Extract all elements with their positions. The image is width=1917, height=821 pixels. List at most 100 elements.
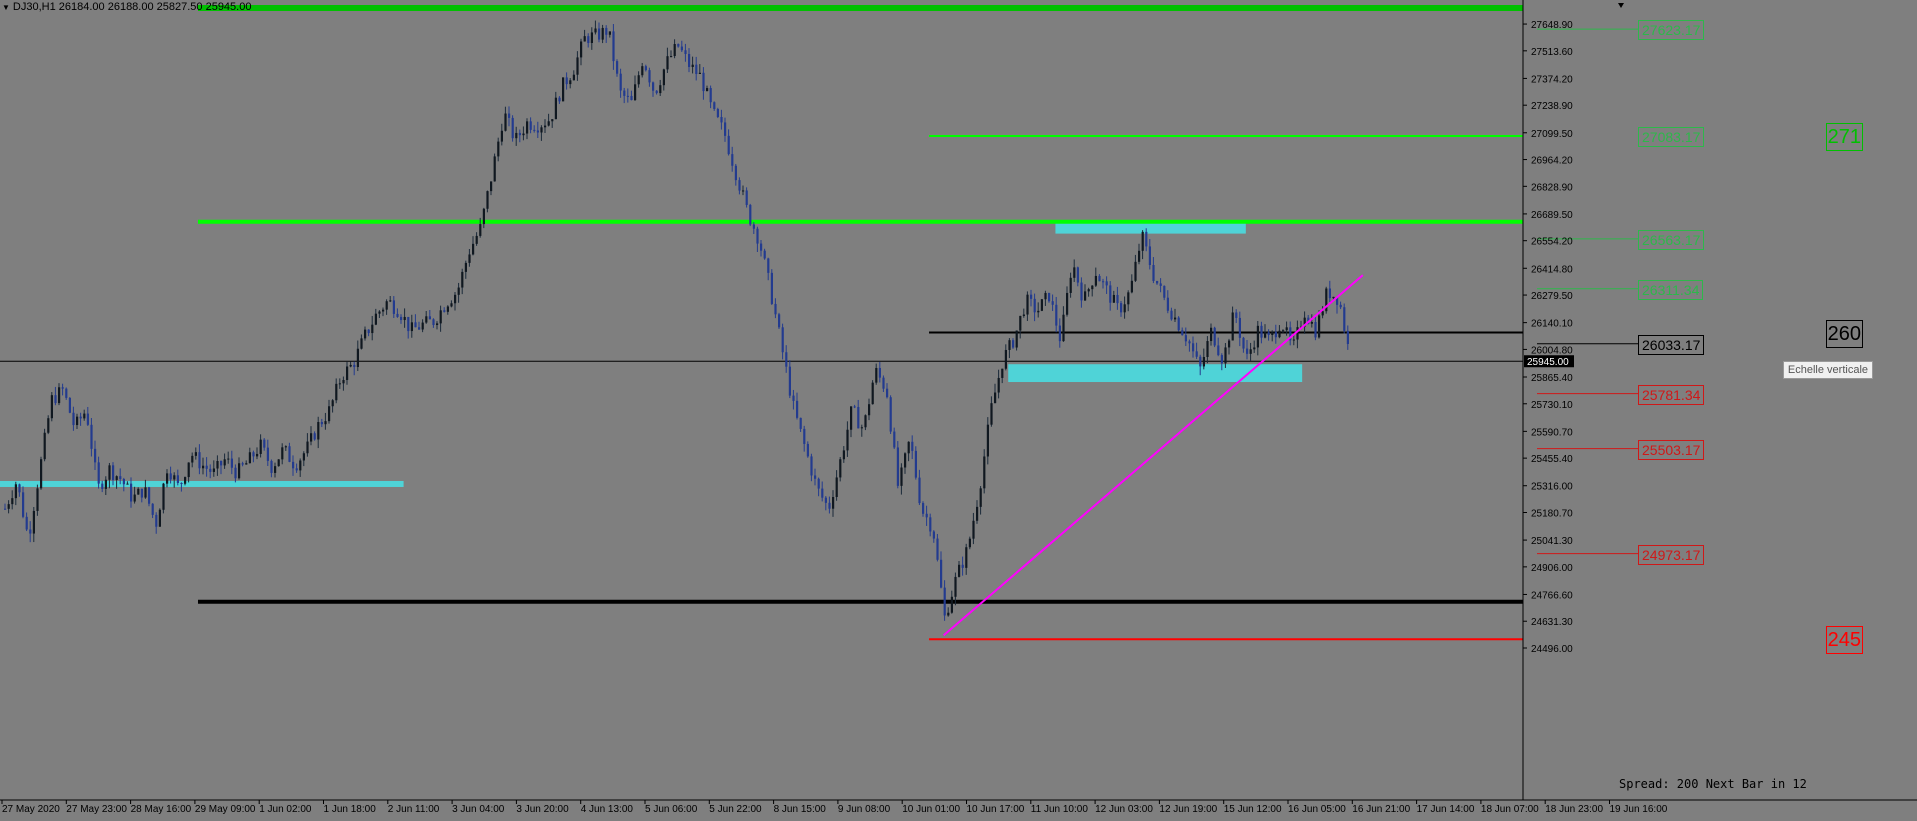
- candle-body: [677, 44, 680, 47]
- candle-body: [86, 413, 89, 425]
- candle-body: [558, 97, 561, 102]
- time-tick-label: 5 Jun 06:00: [645, 804, 698, 815]
- candle-body: [648, 70, 651, 83]
- time-tick-label: 18 Jun 07:00: [1481, 804, 1539, 815]
- candle-body: [587, 36, 590, 43]
- time-tick-label: 27 May 23:00: [66, 804, 127, 815]
- trendline-group[interactable]: [942, 3, 1624, 637]
- candle-body: [306, 441, 309, 454]
- spread-status: Spread: 200 Next Bar in 12: [1619, 777, 1807, 791]
- candle-body: [605, 27, 608, 35]
- candle-body: [1339, 304, 1342, 308]
- candle-body: [436, 323, 439, 325]
- candle-body: [1343, 307, 1346, 331]
- candle-body: [770, 272, 773, 304]
- candle-body: [832, 497, 835, 509]
- candle-body: [511, 117, 514, 139]
- candle-body: [295, 468, 298, 471]
- price-chart[interactable]: 27648.90 27513.60 27374.20 27238.90 27099.50…: [0, 0, 1917, 821]
- candle-body: [166, 473, 169, 484]
- price-tick-label: 27648.90: [1531, 20, 1573, 31]
- price-tick-label: 26279.50: [1531, 291, 1573, 302]
- candle-body: [403, 316, 406, 321]
- candle-body: [990, 403, 993, 425]
- candle-body: [821, 488, 824, 498]
- candle-body: [108, 465, 111, 480]
- candle-body: [439, 310, 442, 324]
- time-axis[interactable]: 27 May 2020 27 May 23:00 28 May 16:00 29 Ma…: [0, 799, 1917, 815]
- candle-body: [184, 477, 187, 484]
- candle-body: [248, 452, 251, 464]
- candle-body: [1192, 343, 1195, 352]
- candle-body: [569, 80, 572, 85]
- candle-body: [878, 367, 881, 378]
- candle-body: [486, 191, 489, 209]
- candle-body: [1328, 288, 1331, 299]
- collapse-triangle-icon[interactable]: ▼: [2, 3, 10, 12]
- candle-body: [616, 61, 619, 74]
- candle-body: [659, 85, 662, 94]
- candle-body: [1138, 250, 1141, 262]
- candle-body: [50, 395, 53, 419]
- candle-body: [378, 311, 381, 314]
- candle-body: [666, 56, 669, 70]
- candle-body: [497, 141, 500, 157]
- time-tick-label: 1 Jun 02:00: [259, 804, 312, 815]
- candle-body: [220, 461, 223, 466]
- candle-body: [1206, 341, 1209, 358]
- candle-body: [594, 28, 597, 33]
- candle-body: [1069, 277, 1072, 293]
- candle-body: [1264, 332, 1267, 338]
- candle-body: [925, 513, 928, 518]
- candle-body: [1271, 331, 1274, 335]
- candle-body: [1076, 267, 1079, 283]
- candle-body: [133, 494, 136, 502]
- candle-body: [853, 406, 856, 408]
- candle-body: [1004, 349, 1007, 369]
- candle-body: [562, 77, 565, 102]
- candle-body: [965, 547, 968, 568]
- candle-body: [173, 475, 176, 480]
- candle-body: [1159, 283, 1162, 286]
- candle-body: [198, 452, 201, 469]
- time-tick-label: 9 Jun 08:00: [838, 804, 891, 815]
- price-tick-label: 24631.30: [1531, 617, 1573, 628]
- price-tick-label: 27238.90: [1531, 101, 1573, 112]
- candle-body: [554, 97, 557, 120]
- candle-body: [310, 433, 313, 442]
- price-tick-label: 24496.00: [1531, 644, 1573, 655]
- price-axis[interactable]: 27648.90 27513.60 27374.20 27238.90 27099.50…: [1522, 0, 1574, 800]
- candle-body: [655, 90, 658, 94]
- candle-body: [475, 235, 478, 244]
- candle-body: [979, 488, 982, 507]
- price-tick-label: 24766.60: [1531, 590, 1573, 601]
- vertical-scale-tooltip: Echelle verticale: [1782, 361, 1873, 379]
- candle-body: [810, 456, 813, 476]
- candle-body: [1141, 231, 1144, 251]
- candle-body: [256, 453, 259, 457]
- support-resistance-zones: [0, 221, 1303, 487]
- candle-body: [7, 504, 10, 509]
- price-tick-label: 27513.60: [1531, 47, 1573, 58]
- candle-body: [414, 322, 417, 328]
- candle-body: [936, 538, 939, 560]
- candle-body: [868, 404, 871, 416]
- candle-body: [1087, 289, 1090, 292]
- candle-body: [1321, 311, 1324, 316]
- level-label: 26311.34: [1638, 279, 1704, 300]
- candle-body: [734, 165, 737, 181]
- candle-body: [335, 383, 338, 401]
- time-tick-label: 27 May 2020: [2, 804, 60, 815]
- candle-body: [698, 72, 701, 74]
- candle-body: [1235, 312, 1238, 318]
- candle-body: [565, 77, 568, 85]
- level-label: 27623.17: [1638, 20, 1705, 41]
- candle-body: [1184, 335, 1187, 342]
- candle-body: [918, 477, 921, 504]
- candle-body: [626, 95, 629, 97]
- candle-body: [259, 439, 262, 454]
- candle-body: [929, 517, 932, 532]
- candle-body: [454, 294, 457, 304]
- candle-body: [83, 413, 86, 419]
- candle-body: [234, 467, 237, 479]
